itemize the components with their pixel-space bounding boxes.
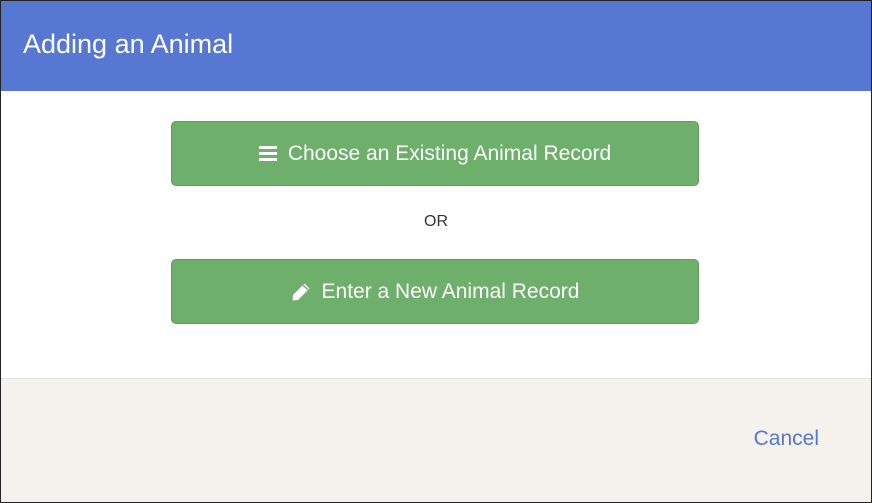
dialog-footer: Cancel — [1, 378, 871, 502]
choose-existing-animal-button[interactable]: Choose an Existing Animal Record — [171, 121, 699, 186]
add-animal-dialog: Adding an Animal Choose an Existing Anim… — [0, 0, 872, 503]
dialog-title: Adding an Animal — [23, 29, 234, 59]
dialog-header: Adding an Animal — [1, 1, 871, 91]
dialog-body: Choose an Existing Animal Record OR Ente… — [1, 91, 871, 378]
list-icon — [258, 146, 277, 161]
choose-existing-animal-label: Choose an Existing Animal Record — [287, 141, 612, 165]
or-separator: OR — [424, 213, 448, 230]
pencil-icon — [291, 282, 311, 302]
enter-new-animal-label: Enter a New Animal Record — [321, 279, 580, 303]
cancel-link[interactable]: Cancel — [754, 427, 819, 451]
enter-new-animal-button[interactable]: Enter a New Animal Record — [171, 259, 699, 324]
